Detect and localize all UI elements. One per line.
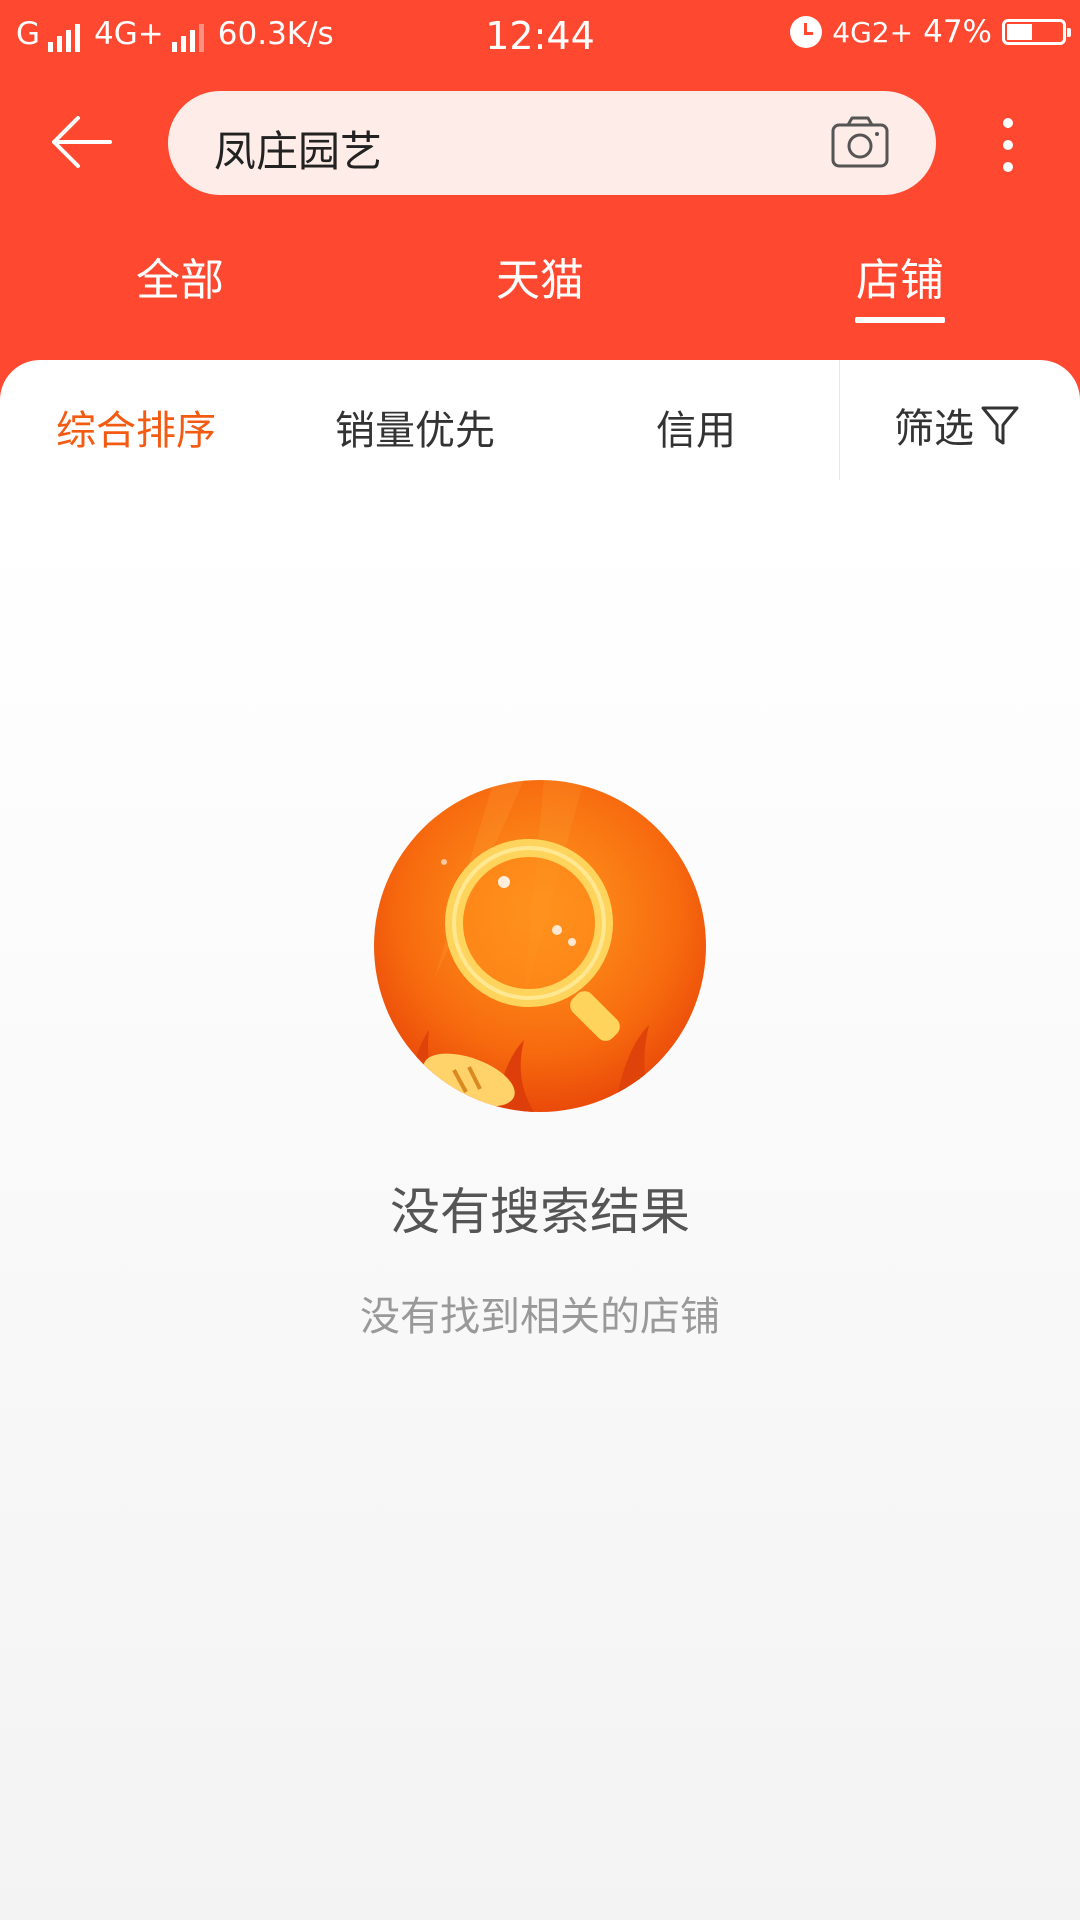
camera-button[interactable]: [830, 115, 890, 169]
filter-button[interactable]: 筛选: [894, 396, 1020, 454]
sort-divider: [839, 360, 840, 480]
filter-label: 筛选: [894, 406, 974, 452]
battery-fill: [1007, 24, 1033, 40]
tab-tmall[interactable]: 天猫: [440, 244, 640, 308]
header: G 4G+ 60.3K/s 12:44 4G2+ 47% 凤庄园艺 全部 天猫 …: [0, 0, 1080, 400]
camera-icon: [831, 116, 889, 168]
filter-funnel-icon: [981, 406, 1019, 445]
active-tab-indicator: [855, 317, 945, 323]
search-input[interactable]: 凤庄园艺: [168, 91, 936, 195]
back-arrow-icon: [52, 116, 112, 168]
network-label-2: 4G2+: [832, 15, 914, 49]
sort-sales[interactable]: 销量优先: [335, 398, 495, 456]
search-query: 凤庄园艺: [214, 127, 383, 176]
status-bar: G 4G+ 60.3K/s 12:44 4G2+ 47%: [0, 0, 1080, 74]
no-results-illustration: [374, 780, 706, 1112]
status-right: 4G2+ 47%: [790, 14, 1071, 50]
empty-state-title: 没有搜索结果: [390, 1183, 690, 1241]
magnifier-underwater-icon: [374, 780, 706, 1112]
sort-comprehensive[interactable]: 综合排序: [56, 398, 216, 456]
battery-icon: [1002, 19, 1071, 45]
sort-credit[interactable]: 信用: [656, 398, 736, 456]
sort-bar: 综合排序 销量优先 信用 筛选: [0, 360, 1080, 480]
tab-shops[interactable]: 店铺: [800, 244, 1000, 308]
empty-state-subtitle: 没有找到相关的店铺: [360, 1294, 720, 1340]
alarm-icon: [790, 16, 823, 48]
back-button[interactable]: [50, 112, 120, 172]
more-button[interactable]: [990, 116, 1026, 174]
battery-percent: 47%: [923, 14, 992, 50]
tab-all[interactable]: 全部: [80, 244, 280, 308]
